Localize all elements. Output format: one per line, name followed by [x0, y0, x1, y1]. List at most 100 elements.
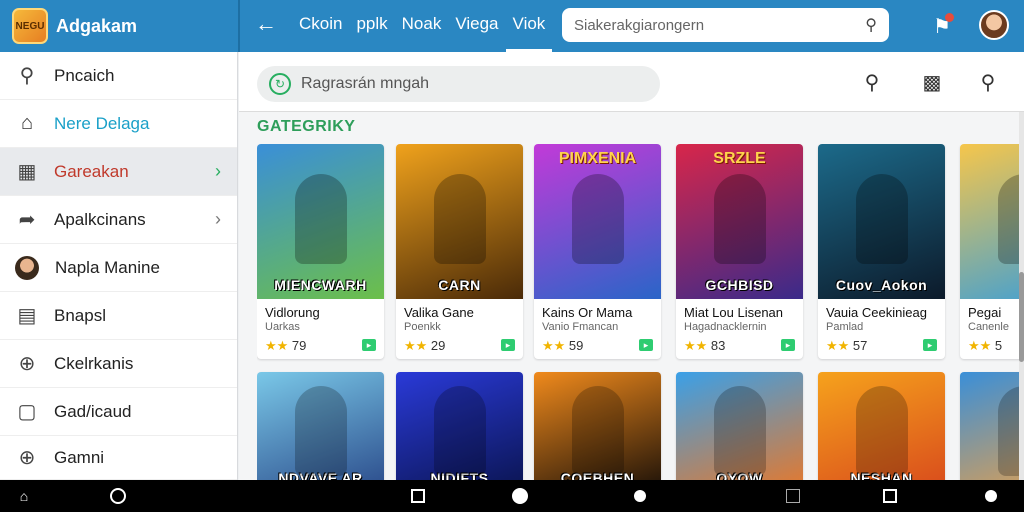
- game-rating: ★★ 79: [265, 338, 376, 354]
- sidebar-item-currency[interactable]: ⊕ Ckelrkanis: [0, 340, 237, 388]
- search-icon: ⚲: [19, 65, 35, 87]
- game-meta: Vidlorung Uarkas ★★ 79 ▸: [257, 299, 384, 359]
- avatar: [15, 255, 39, 280]
- game-card[interactable]: CARN Valika Gane Poenkk ★★ 29 ▸: [396, 144, 523, 359]
- character-figure: [295, 174, 347, 264]
- game-art[interactable]: [960, 144, 1024, 299]
- device-icon[interactable]: ▩: [919, 70, 945, 96]
- top-search-placeholder: Siakerakgiarongern: [574, 16, 705, 34]
- sidebar-item-label: Napla Manine: [55, 257, 160, 277]
- game-art[interactable]: Cuov_Aokon: [818, 144, 945, 299]
- sidebar-item-document[interactable]: ▤ Bnapsl: [0, 292, 237, 340]
- main-search-placeholder: Ragrasrán mngah: [301, 75, 430, 92]
- game-rating: ★★ 57: [826, 338, 937, 354]
- rating-value: 5: [994, 338, 1003, 353]
- user-avatar[interactable]: [979, 10, 1009, 40]
- game-card[interactable]: NIDIFTS: [396, 372, 523, 480]
- sidebar-item-label: Gad/icaud: [54, 401, 132, 421]
- sidebar-item-gadget[interactable]: ▢ Gad/icaud: [0, 388, 237, 436]
- notification-icon[interactable]: ⚑: [929, 13, 955, 40]
- game-art-title: GCHBISD: [705, 277, 774, 293]
- game-art[interactable]: MIENCWARH: [257, 144, 384, 299]
- game-art[interactable]: PIMXENIA: [534, 144, 661, 299]
- main-search-input[interactable]: ↻ Ragrasrán mngah: [257, 66, 660, 102]
- game-art[interactable]: OYOW: [676, 372, 803, 480]
- star-icon: ★★: [404, 338, 431, 353]
- dot-icon[interactable]: [985, 490, 997, 502]
- game-developer: Vanio Fmancan: [542, 321, 619, 333]
- rating-value: 59: [568, 338, 584, 353]
- game-name: Miat Lou Lisenan: [684, 305, 784, 320]
- sidebar-item-search[interactable]: ⚲ Pncaich: [0, 52, 237, 100]
- game-card[interactable]: OYOW: [676, 372, 803, 480]
- dot-icon[interactable]: [634, 490, 646, 502]
- game-developer: Pamlad: [826, 321, 864, 333]
- sidebar-item-profile[interactable]: Napla Manine: [0, 244, 237, 292]
- install-badge-icon[interactable]: ▸: [501, 339, 515, 351]
- install-badge-icon[interactable]: ▸: [781, 339, 795, 351]
- rating-value: 29: [430, 338, 446, 353]
- rating-value: 83: [710, 338, 726, 353]
- game-card[interactable]: MIENCWARH Vidlorung Uarkas ★★ 79 ▸: [257, 144, 384, 359]
- install-badge-icon[interactable]: ▸: [639, 339, 653, 351]
- sidebar-item-gamni[interactable]: ⊕ Gamni: [0, 436, 237, 480]
- brand-name: Adgakam: [56, 15, 138, 36]
- chevron-right-icon: ›: [215, 209, 221, 229]
- game-art[interactable]: CARN: [396, 144, 523, 299]
- star-icon: ★★: [265, 338, 292, 353]
- scroll-thumb[interactable]: [1019, 272, 1024, 362]
- character-figure: [434, 174, 486, 264]
- tab-pplk[interactable]: pplk: [349, 0, 394, 52]
- search-icon[interactable]: ⚲: [865, 15, 877, 35]
- game-card[interactable]: NESHAN: [818, 372, 945, 480]
- circle-icon[interactable]: [110, 488, 126, 504]
- game-name: Valika Gane: [404, 305, 474, 320]
- game-meta: Valika Gane Poenkk ★★ 29 ▸: [396, 299, 523, 359]
- home-icon[interactable]: ⌂: [16, 488, 32, 504]
- game-card[interactable]: NDVAVE AR: [257, 372, 384, 480]
- tab-viok[interactable]: Viok: [505, 0, 553, 52]
- game-rating: ★★ 5: [968, 338, 1024, 354]
- game-art[interactable]: NDVAVE AR: [257, 372, 384, 480]
- sidebar-item-games[interactable]: ▦ Gareakan ›: [0, 148, 237, 196]
- game-art-title: MIENCWARH: [274, 277, 367, 293]
- location-pin-icon[interactable]: ⚲: [975, 70, 1001, 96]
- game-art[interactable]: SRZLE GCHBISD: [676, 144, 803, 299]
- scrollbar[interactable]: [1019, 112, 1024, 480]
- game-card[interactable]: SRZLE GCHBISD Miat Lou Lisenan Hagadnackler…: [676, 144, 803, 359]
- sidebar-item-label: Pncaich: [54, 65, 115, 85]
- recents-icon[interactable]: [786, 489, 800, 503]
- search-icon[interactable]: ⚲: [859, 70, 885, 96]
- game-card[interactable]: Cuov_Aokon Vauia Ceekinieag Pamlad ★★ 57 ▸: [818, 144, 945, 359]
- game-art[interactable]: COEBHEN: [534, 372, 661, 480]
- game-art-banner: PIMXENIA: [558, 150, 637, 167]
- square-icon[interactable]: [883, 489, 897, 503]
- sidebar-item-label: Gamni: [54, 447, 105, 467]
- game-card[interactable]: PegaiCanenle★★ 5▸: [960, 144, 1024, 359]
- square-icon[interactable]: [411, 489, 425, 503]
- grid-icon: ▦: [17, 161, 37, 183]
- circle-icon[interactable]: [512, 488, 528, 504]
- game-meta: Vauia Ceekinieag Pamlad ★★ 57 ▸: [818, 299, 945, 359]
- game-name: Kains Or Mama: [542, 305, 633, 320]
- star-icon: ★★: [968, 338, 995, 353]
- tab-noak[interactable]: Noak: [395, 0, 449, 52]
- top-search-input[interactable]: Siakerakgiarongern ⚲: [562, 8, 889, 42]
- tab-ckoin[interactable]: Ckoin: [292, 0, 349, 52]
- character-figure: [295, 386, 347, 476]
- currency-icon: ⊕: [18, 447, 36, 469]
- sidebar-item-home[interactable]: ⌂ Nere Delaga: [0, 100, 237, 148]
- game-art[interactable]: NIDIFTS: [396, 372, 523, 480]
- brand[interactable]: NEGU Adgakam: [0, 0, 238, 52]
- back-arrow-icon[interactable]: ←: [254, 12, 278, 36]
- sidebar-item-applications[interactable]: ➦ Apalkcinans ›: [0, 196, 237, 244]
- install-badge-icon[interactable]: ▸: [923, 339, 937, 351]
- install-badge-icon[interactable]: ▸: [362, 339, 376, 351]
- game-art[interactable]: NESHAN: [818, 372, 945, 480]
- brand-logo: NEGU: [12, 8, 48, 44]
- game-card[interactable]: PIMXENIA Kains Or Mama Vanio Fmancan ★★ 59 ▸: [534, 144, 661, 359]
- game-card[interactable]: COEBHEN: [534, 372, 661, 480]
- tab-viega[interactable]: Viega: [448, 0, 505, 52]
- game-art[interactable]: [960, 372, 1024, 480]
- game-card[interactable]: [960, 372, 1024, 480]
